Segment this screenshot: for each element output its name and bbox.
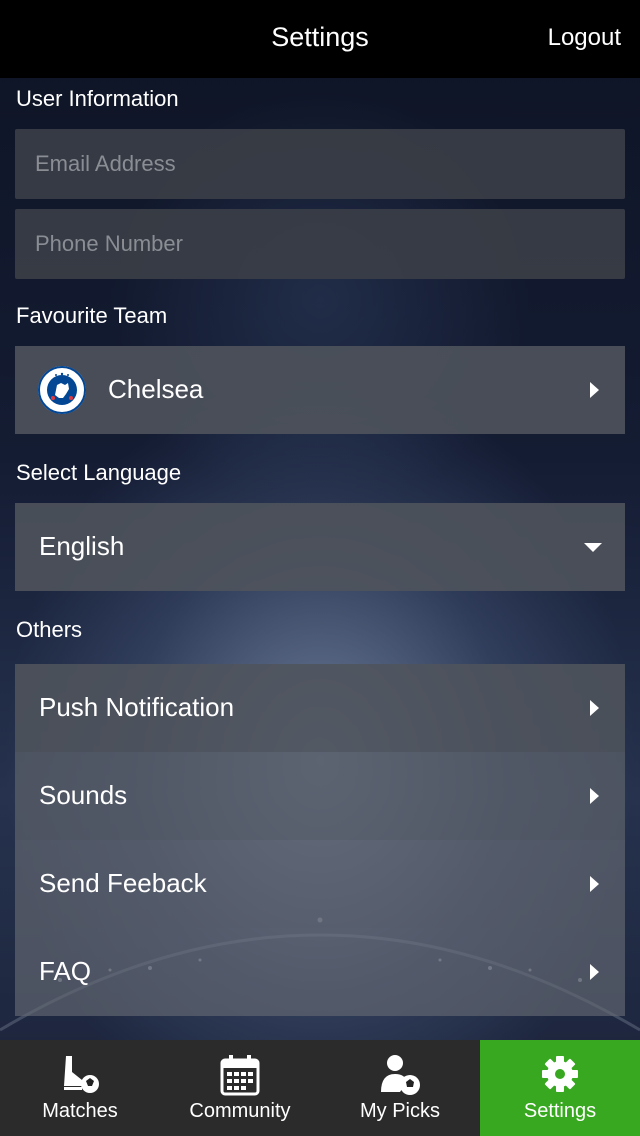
logout-button[interactable]: Logout bbox=[548, 24, 621, 52]
favourite-team-row[interactable]: Chelsea bbox=[15, 346, 625, 434]
email-input[interactable] bbox=[15, 129, 625, 199]
calendar-icon bbox=[220, 1055, 260, 1096]
tab-my-picks[interactable]: My Picks bbox=[320, 1040, 480, 1136]
list-item-label: FAQ bbox=[39, 956, 92, 986]
team-name: Chelsea bbox=[108, 374, 204, 404]
chelsea-crest-icon bbox=[38, 366, 86, 414]
list-item-label: Send Feeback bbox=[39, 868, 207, 898]
phone-field[interactable] bbox=[15, 209, 625, 279]
others-heading: Others bbox=[16, 617, 83, 642]
others-list: Push Notification Sounds Send Feeback FA… bbox=[15, 664, 625, 1016]
send-feedback-row[interactable]: Send Feeback bbox=[15, 840, 625, 928]
chevron-right-icon bbox=[590, 382, 599, 398]
list-item-label: Push Notification bbox=[39, 692, 235, 722]
tab-bar: Matches Community My Picks Settings bbox=[0, 1040, 640, 1136]
email-field[interactable] bbox=[15, 129, 625, 199]
gear-icon bbox=[542, 1056, 578, 1092]
user-information-heading: User Information bbox=[16, 86, 179, 111]
boot-ball-icon bbox=[64, 1056, 99, 1093]
language-dropdown[interactable]: English bbox=[15, 503, 625, 591]
caret-down-icon bbox=[584, 543, 602, 552]
push-notification-row[interactable]: Push Notification bbox=[15, 664, 625, 752]
tab-label: Community bbox=[189, 1100, 291, 1122]
tab-matches[interactable]: Matches bbox=[0, 1040, 160, 1136]
phone-input[interactable] bbox=[15, 209, 625, 279]
tab-community[interactable]: Community bbox=[160, 1040, 320, 1136]
favourite-team-heading: Favourite Team bbox=[16, 303, 168, 328]
tab-label: Matches bbox=[42, 1100, 118, 1122]
sounds-row[interactable]: Sounds bbox=[15, 752, 625, 840]
nav-header: Settings Logout bbox=[0, 0, 640, 78]
list-item-label: Sounds bbox=[39, 780, 128, 810]
select-language-heading: Select Language bbox=[16, 460, 182, 485]
person-ball-icon bbox=[381, 1055, 420, 1095]
page-title: Settings bbox=[271, 22, 369, 52]
tab-label: My Picks bbox=[360, 1100, 440, 1122]
chevron-right-icon bbox=[590, 700, 599, 716]
faq-row[interactable]: FAQ bbox=[15, 928, 625, 1016]
language-selected-value: English bbox=[39, 531, 125, 561]
chevron-right-icon bbox=[590, 876, 599, 892]
chevron-right-icon bbox=[590, 788, 599, 804]
tab-label: Settings bbox=[523, 1100, 597, 1122]
tab-settings[interactable]: Settings bbox=[480, 1040, 640, 1136]
chevron-right-icon bbox=[590, 964, 599, 980]
